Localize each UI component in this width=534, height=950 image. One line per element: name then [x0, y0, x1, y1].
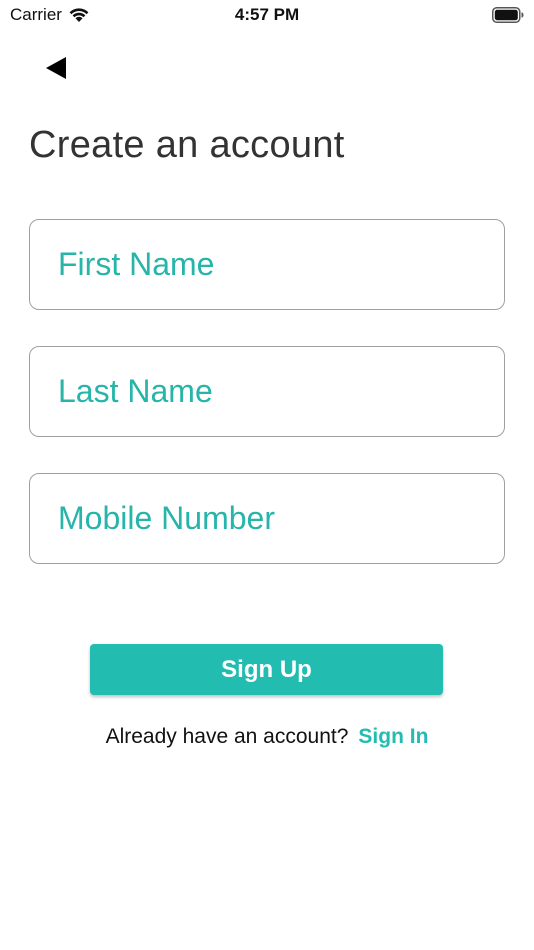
mobile-number-input[interactable] — [29, 473, 505, 564]
sign-in-prompt: Already have an account? — [105, 725, 349, 748]
status-time: 4:57 PM — [234, 5, 300, 24]
first-name-input[interactable] — [29, 219, 505, 310]
sign-up-button[interactable]: Sign Up — [90, 644, 443, 695]
battery-full-icon — [492, 7, 524, 23]
page-title: Create an account — [29, 124, 345, 166]
sign-in-row: Already have an account? Sign In — [0, 725, 534, 749]
sign-in-link[interactable]: Sign In — [358, 725, 428, 748]
last-name-input[interactable] — [29, 346, 505, 437]
back-arrow-icon — [46, 57, 66, 79]
status-bar: Carrier 4:57 PM — [0, 0, 534, 30]
create-account-screen: Carrier 4:57 PM Create an account Sign U… — [0, 0, 534, 950]
back-button[interactable] — [38, 52, 74, 84]
